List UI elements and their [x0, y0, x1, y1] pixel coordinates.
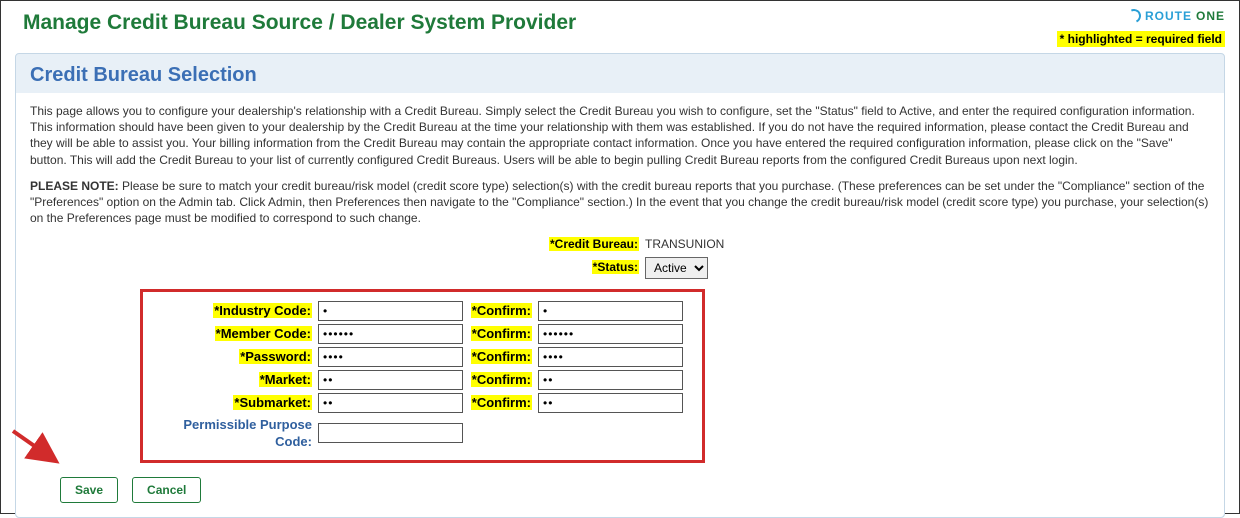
required-field-note: * highlighted = required field: [1057, 31, 1225, 47]
config-fields-box: *Industry Code: *Confirm: *Member Code: …: [140, 289, 705, 463]
industry-code-row: *Industry Code: *Confirm:: [143, 301, 702, 321]
brand-text-route: ROUTE: [1145, 9, 1192, 23]
credit-bureau-value: TRANSUNION: [645, 236, 724, 252]
member-code-confirm-label: *Confirm:: [471, 326, 532, 341]
intro-text: This page allows you to configure your d…: [30, 103, 1210, 168]
status-row: *Status: Active: [30, 257, 1210, 279]
page-title: Manage Credit Bureau Source / Dealer Sys…: [23, 11, 1225, 35]
industry-code-input[interactable]: [318, 301, 463, 321]
industry-code-confirm-input[interactable]: [538, 301, 683, 321]
member-code-label: *Member Code:: [215, 326, 312, 341]
button-row: Save Cancel: [60, 477, 1210, 503]
industry-code-label: *Industry Code:: [213, 303, 312, 318]
market-label: *Market:: [259, 372, 312, 387]
member-code-row: *Member Code: *Confirm:: [143, 324, 702, 344]
credit-bureau-row: *Credit Bureau: TRANSUNION: [30, 236, 1210, 252]
credit-bureau-panel: Credit Bureau Selection This page allows…: [15, 53, 1225, 518]
industry-code-confirm-label: *Confirm:: [471, 303, 532, 318]
market-row: *Market: *Confirm:: [143, 370, 702, 390]
please-note-text: PLEASE NOTE: Please be sure to match you…: [30, 178, 1210, 227]
member-code-confirm-input[interactable]: [538, 324, 683, 344]
submarket-row: *Submarket: *Confirm:: [143, 393, 702, 413]
password-row: *Password: *Confirm:: [143, 347, 702, 367]
please-note-body: Please be sure to match your credit bure…: [30, 179, 1208, 225]
ppc-row: Permissible Purpose Code:: [143, 416, 702, 451]
page-root: Manage Credit Bureau Source / Dealer Sys…: [0, 0, 1240, 514]
panel-title: Credit Bureau Selection: [16, 54, 1224, 93]
market-confirm-label: *Confirm:: [471, 372, 532, 387]
status-select[interactable]: Active: [645, 257, 708, 279]
submarket-confirm-input[interactable]: [538, 393, 683, 413]
top-fields: *Credit Bureau: TRANSUNION *Status: Acti…: [30, 236, 1210, 278]
market-input[interactable]: [318, 370, 463, 390]
member-code-input[interactable]: [318, 324, 463, 344]
please-note-label: PLEASE NOTE:: [30, 179, 119, 193]
brand-text-one: ONE: [1196, 9, 1225, 23]
password-confirm-label: *Confirm:: [471, 349, 532, 364]
credit-bureau-label: *Credit Bureau:: [549, 237, 639, 251]
market-confirm-input[interactable]: [538, 370, 683, 390]
cancel-button[interactable]: Cancel: [132, 477, 201, 503]
save-button[interactable]: Save: [60, 477, 118, 503]
panel-body: This page allows you to configure your d…: [16, 93, 1224, 517]
password-confirm-input[interactable]: [538, 347, 683, 367]
password-label: *Password:: [239, 349, 312, 364]
submarket-confirm-label: *Confirm:: [471, 395, 532, 410]
brand-logo: ROUTE ONE: [1127, 9, 1225, 23]
ppc-input[interactable]: [318, 423, 463, 443]
submarket-input[interactable]: [318, 393, 463, 413]
password-input[interactable]: [318, 347, 463, 367]
routeone-arc-icon: [1125, 7, 1143, 25]
submarket-label: *Submarket:: [233, 395, 312, 410]
status-label: *Status:: [592, 260, 639, 274]
ppc-label: Permissible Purpose Code:: [143, 416, 318, 451]
